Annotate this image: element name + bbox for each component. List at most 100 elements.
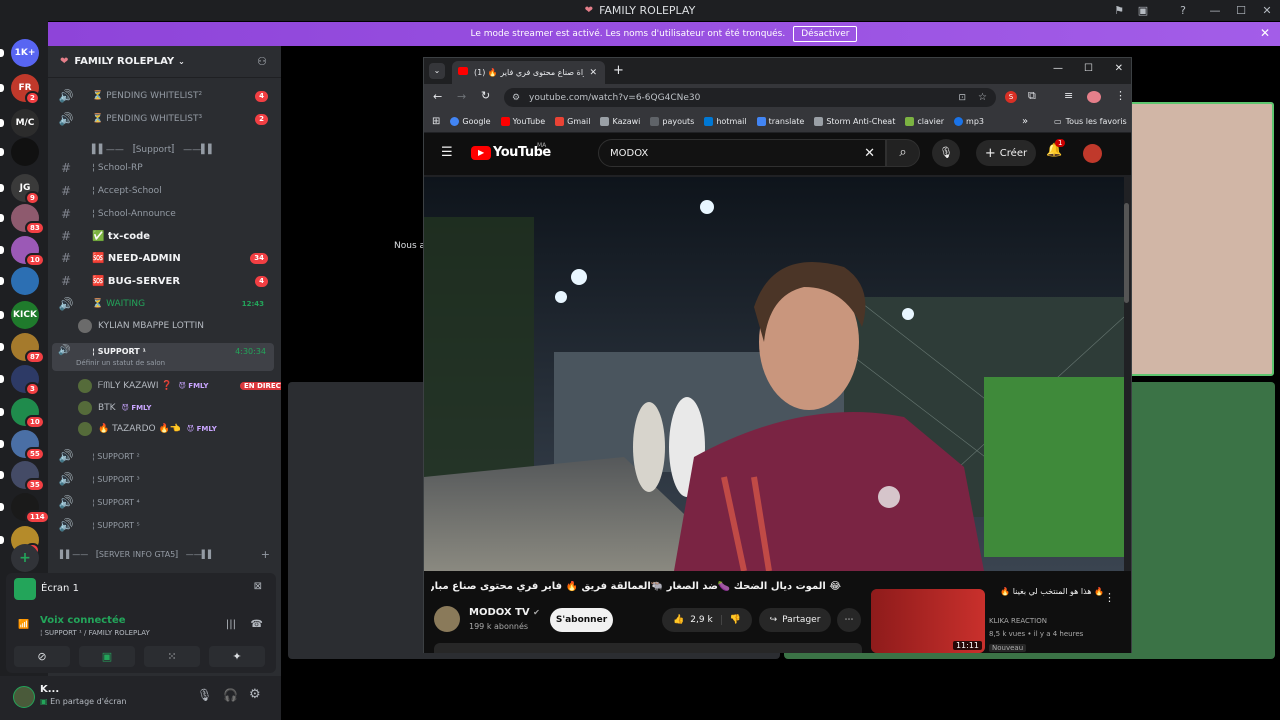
all-bookmarks-folder[interactable]: ▭ Tous les favoris	[1054, 117, 1127, 126]
bookmark-gmail[interactable]: Gmail	[555, 117, 590, 126]
voice-user[interactable]: KYLIAN MBAPPE LOTTIN	[78, 316, 204, 336]
minimize-chrome-button[interactable]: —	[1053, 63, 1063, 74]
bookmark-mp3[interactable]: mp3	[954, 117, 984, 126]
youtube-logo-icon[interactable]: ▶	[471, 146, 491, 160]
bookmark-hotmail[interactable]: hotmail	[704, 117, 747, 126]
disconnect-icon[interactable]: ☎	[251, 619, 263, 630]
close-button[interactable]: ✕	[1254, 0, 1280, 21]
recommended-channel[interactable]: KLIKA REACTION	[989, 617, 1047, 625]
like-button[interactable]: 👍 2,9 k	[673, 615, 722, 625]
text-channel[interactable]: # ¦ School-Announce	[58, 204, 278, 224]
search-icon[interactable]: ⌕	[886, 139, 920, 167]
youtube-search-input[interactable]: MODOX ✕	[598, 139, 886, 167]
help-icon[interactable]: ?	[1170, 0, 1196, 21]
voice-channel-path[interactable]: ¦ SUPPORT ¹ / FAMILY ROLEPLAY	[40, 629, 150, 637]
hamburger-menu-icon[interactable]: ☰	[441, 145, 453, 160]
profile-icon[interactable]	[1087, 91, 1101, 103]
screen-share-icon[interactable]: ▣	[1130, 0, 1156, 21]
channel-avatar[interactable]	[434, 606, 460, 632]
server-icon-7[interactable]	[11, 267, 39, 295]
voice-channel[interactable]: 🔊 ¦ SUPPORT ³	[58, 469, 278, 489]
maximize-button[interactable]: ☐	[1228, 0, 1254, 21]
close-banner-icon[interactable]: ✕	[1260, 26, 1270, 40]
install-icon[interactable]: ⊡	[958, 93, 966, 103]
video-player[interactable]	[424, 177, 1124, 571]
dislike-button[interactable]: 👎	[722, 615, 741, 625]
text-channel[interactable]: # 🆘 NEED-ADMIN 34	[58, 248, 278, 268]
voice-connected-label[interactable]: Voix connectée	[40, 615, 126, 626]
voice-channel[interactable]: 🔊 ⏳ PENDING WHITELIST² 4	[58, 86, 278, 106]
more-actions-icon[interactable]: ⋯	[837, 608, 861, 632]
server-icon-8[interactable]: KICK	[11, 301, 39, 329]
bookmark-kazawi[interactable]: Kazawi	[600, 117, 640, 126]
voice-search-icon[interactable]: 🎙	[932, 139, 960, 167]
disable-streamer-button[interactable]: Désactiver	[793, 26, 858, 42]
bookmark-star-icon[interactable]: ☆	[978, 92, 987, 103]
bookmark-storm[interactable]: Storm Anti-Cheat	[814, 117, 895, 126]
soundboard-button[interactable]: ✦	[209, 646, 265, 667]
voice-user[interactable]: 🔥 TAZARDO 🔥👈 😈 FMLY	[78, 419, 217, 439]
back-icon[interactable]: ←	[433, 90, 442, 103]
stream-tile-peach[interactable]	[1127, 102, 1274, 376]
description-box[interactable]	[434, 643, 862, 653]
invite-icon[interactable]: ⚇	[257, 55, 267, 68]
recommended-title[interactable]: 🔥 هذا هو المنتخب لي بغينا 🔥	[989, 587, 1104, 596]
recommended-thumbnail[interactable]: 11:11	[871, 589, 985, 653]
extension-icon[interactable]: S	[1005, 91, 1017, 103]
tab-youtube[interactable]: (1) 🔥 مباراة صناع محتوى فري فاير ✕	[452, 61, 605, 84]
account-avatar[interactable]	[1083, 144, 1102, 163]
close-tab-icon[interactable]: ✕	[589, 68, 597, 78]
voice-channel[interactable]: 🔊 ¦ SUPPORT ⁵	[58, 515, 278, 535]
recommended-menu-icon[interactable]: ⋮	[1104, 591, 1115, 604]
close-chrome-button[interactable]: ✕	[1115, 63, 1123, 74]
text-channel[interactable]: # 🆘 BUG-SERVER 4	[58, 271, 278, 291]
text-channel[interactable]: # ¦ Accept-School	[58, 181, 278, 201]
share-button[interactable]: ↪ Partager	[759, 608, 831, 632]
clear-search-icon[interactable]: ✕	[864, 146, 875, 161]
bookmark-payouts[interactable]: payouts	[650, 117, 694, 126]
screen-share-button[interactable]: ▣	[79, 646, 135, 667]
bookmark-google[interactable]: Google	[450, 117, 491, 126]
add-channel-icon[interactable]: +	[261, 548, 270, 561]
extensions-puzzle-icon[interactable]: ⧉	[1028, 89, 1036, 103]
voice-channel[interactable]: 🔊 ⏳ PENDING WHITELIST³ 2	[58, 109, 278, 129]
text-channel[interactable]: # ✅ tx-code	[58, 226, 278, 246]
noise-suppression-icon[interactable]: |||	[226, 619, 236, 630]
add-server-icon[interactable]: +	[11, 544, 39, 572]
category-header[interactable]: ▌▌—— 〚Support〛 ——▌▌	[58, 138, 278, 158]
mic-icon[interactable]: 🎙	[197, 688, 212, 702]
tab-search-icon[interactable]: ⌄	[429, 63, 445, 79]
minimize-button[interactable]: —	[1202, 0, 1228, 21]
voice-channel[interactable]: 🔊 ¦ SUPPORT ⁴	[58, 492, 278, 512]
maximize-chrome-button[interactable]: ☐	[1084, 63, 1093, 74]
category-header[interactable]: ▌▌—— 〚SERVER INFO GTA5〛 ——▌▌ +	[58, 544, 278, 564]
settings-gear-icon[interactable]: ⚙	[249, 687, 261, 702]
active-voice-channel[interactable]: 🔊 ¦ SUPPORT ¹ 4:30:34 Définir un statut de …	[52, 343, 274, 371]
scrollbar-thumb[interactable]	[1124, 203, 1129, 303]
server-icon-3[interactable]	[11, 138, 39, 166]
menu-icon[interactable]: ⋮	[1115, 89, 1126, 102]
voice-user[interactable]: BTK 😈 FMLY	[78, 398, 152, 418]
create-button[interactable]: + Créer	[976, 140, 1036, 166]
reload-icon[interactable]: ↻	[481, 89, 490, 102]
forward-icon[interactable]: →	[457, 90, 466, 103]
address-bar[interactable]: ⚙ youtube.com/watch?v=6-6QG4CNe30 ⊡ ☆	[504, 88, 996, 107]
more-bookmarks-icon[interactable]: »	[1022, 116, 1028, 127]
site-info-icon[interactable]: ⚙	[512, 93, 520, 103]
voice-channel[interactable]: 🔊 ⏳ WAITING 12:43	[58, 294, 278, 314]
server-icon-2[interactable]: M/C	[11, 109, 39, 137]
voice-user[interactable]: ᖴᗰᒪY KAZAWI ❓ 😈 FMLY EN DIRECT	[78, 376, 290, 396]
text-channel[interactable]: # ¦ School-RP	[58, 158, 278, 178]
server-icon-0[interactable]: 1K+	[11, 39, 39, 67]
voice-channel[interactable]: 🔊 ¦ SUPPORT ²	[58, 446, 278, 466]
avatar[interactable]	[13, 686, 35, 708]
headset-icon[interactable]: 🎧	[223, 688, 238, 702]
inbox-icon[interactable]: ⚑	[1106, 0, 1132, 21]
bookmark-clavier[interactable]: clavier	[905, 117, 944, 126]
server-header[interactable]: ❤ FAMILY ROLEPLAY ⌄ ⚇	[48, 46, 281, 78]
channel-status[interactable]: Définir un statut de salon	[76, 359, 165, 367]
activities-button[interactable]: ⁙	[144, 646, 200, 667]
subscribe-button[interactable]: S'abonner	[550, 608, 613, 632]
apps-grid-icon[interactable]: ⊞	[432, 116, 440, 127]
bookmark-youtube[interactable]: YouTube	[500, 117, 545, 126]
